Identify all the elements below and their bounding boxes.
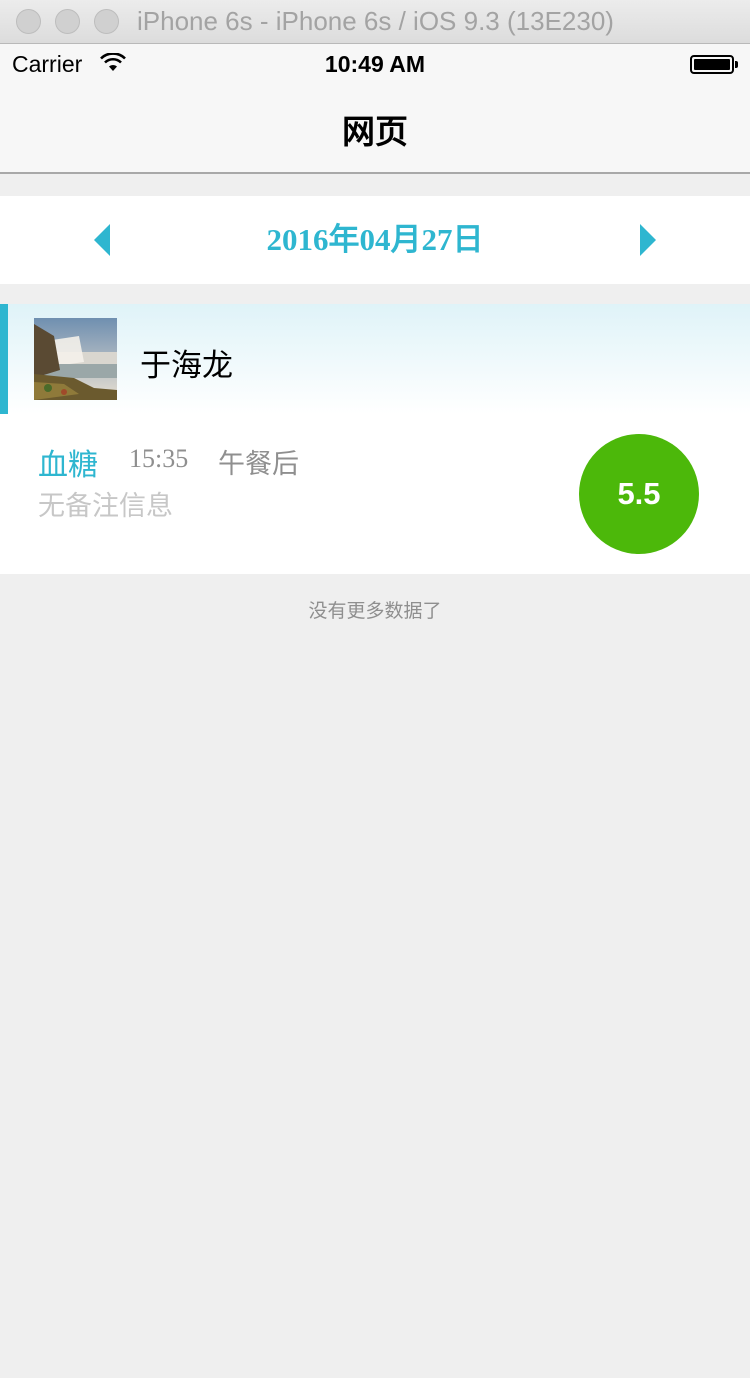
- date-selector: 2016年04月27日: [0, 196, 750, 284]
- close-window-button[interactable]: [16, 9, 41, 34]
- status-bar: Carrier 10:49 AM: [0, 44, 750, 86]
- battery-fill: [694, 59, 730, 70]
- record-meal-period: 午餐后: [218, 449, 299, 479]
- window-controls: [16, 9, 119, 34]
- record-note: 无备注信息: [38, 491, 173, 521]
- simulator-title-bar: iPhone 6s - iPhone 6s / iOS 9.3 (13E230): [0, 0, 750, 44]
- minimize-window-button[interactable]: [55, 9, 80, 34]
- navigation-bar: 网页: [0, 86, 750, 174]
- patient-name: 于海龙: [140, 348, 233, 383]
- battery-icon: [690, 55, 738, 74]
- patient-header[interactable]: 于海龙: [0, 304, 750, 414]
- status-time: 10:49 AM: [324, 51, 426, 77]
- glucose-value-badge: 5.5: [579, 434, 699, 554]
- page-title: 网页: [342, 113, 408, 150]
- zoom-window-button[interactable]: [94, 9, 119, 34]
- glucose-record[interactable]: 血糖 15:35 午餐后 无备注信息 5.5: [0, 414, 750, 574]
- waterfall-landscape-photo: [34, 318, 117, 400]
- record-type-label: 血糖: [38, 449, 98, 482]
- no-more-data-label: 没有更多数据了: [308, 601, 442, 622]
- patient-accent-bar: [0, 304, 8, 414]
- glucose-value: 5.5: [617, 476, 661, 511]
- next-day-button[interactable]: [626, 216, 666, 264]
- window-title: iPhone 6s - iPhone 6s / iOS 9.3 (13E230): [137, 6, 614, 36]
- caret-right-icon: [640, 224, 656, 256]
- avatar: [34, 318, 117, 400]
- record-time: 15:35: [129, 444, 189, 473]
